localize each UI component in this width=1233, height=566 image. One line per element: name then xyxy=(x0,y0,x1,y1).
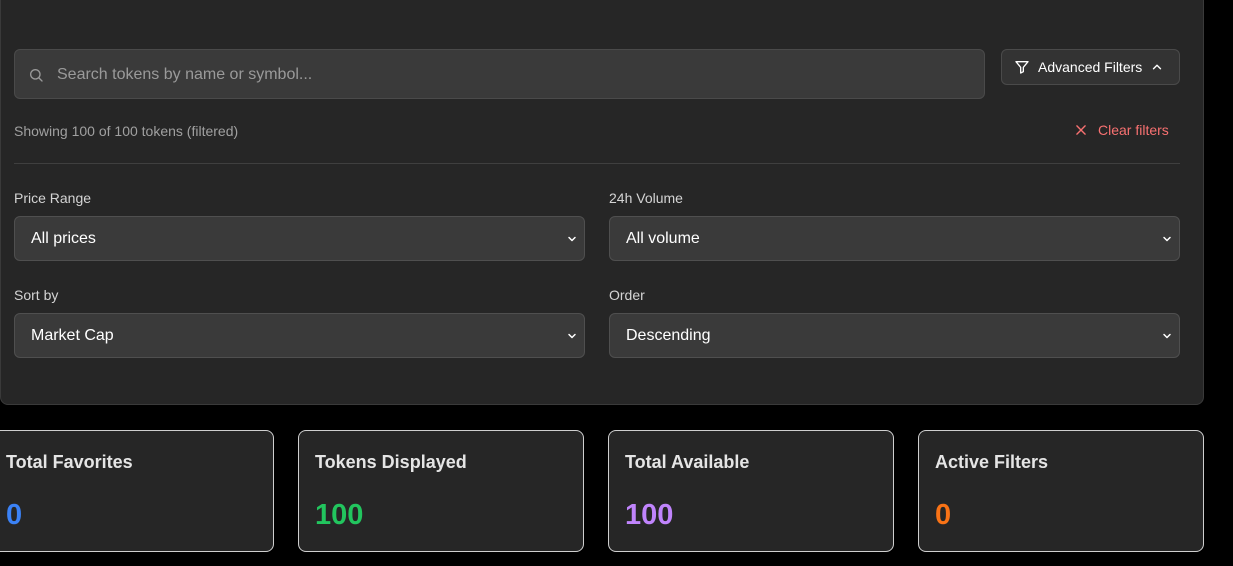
order-select[interactable]: Descending xyxy=(609,313,1180,358)
volume-label: 24h Volume xyxy=(609,190,683,206)
advanced-filters-button[interactable]: Advanced Filters xyxy=(1001,49,1180,85)
close-icon xyxy=(1076,125,1086,135)
clear-filters-button[interactable]: Clear filters xyxy=(1074,122,1169,138)
stat-title: Total Available xyxy=(625,452,750,472)
filter-panel: Advanced Filters Showing 100 of 100 toke… xyxy=(0,0,1204,405)
search-icon xyxy=(30,69,43,82)
filter-icon xyxy=(1015,61,1029,74)
price-range-select[interactable]: All prices xyxy=(14,216,585,261)
chevron-up-icon xyxy=(1153,64,1162,70)
stat-value: 100 xyxy=(315,499,364,531)
divider xyxy=(14,163,1180,164)
sort-by-label: Sort by xyxy=(14,287,59,303)
order-label: Order xyxy=(609,287,645,303)
chevron-down-icon xyxy=(568,236,576,242)
volume-select[interactable]: All volume xyxy=(609,216,1180,261)
results-count: Showing 100 of 100 tokens (filtered) xyxy=(14,123,239,139)
chevron-down-icon xyxy=(568,333,576,339)
volume-value: All volume xyxy=(626,229,700,247)
stat-card-active-filters: Active Filters 0 xyxy=(918,430,1204,552)
stat-title: Active Filters xyxy=(935,452,1049,472)
chevron-down-icon xyxy=(1163,333,1171,339)
clear-filters-label: Clear filters xyxy=(1098,122,1169,138)
stat-card-available: Total Available 100 xyxy=(608,430,894,552)
search-input[interactable] xyxy=(55,50,979,100)
chevron-down-icon xyxy=(1163,236,1171,242)
price-range-label: Price Range xyxy=(14,190,92,206)
stat-value: 100 xyxy=(625,499,674,531)
stat-card-favorites: Total Favorites 0 xyxy=(0,430,274,552)
stat-value: 0 xyxy=(935,499,952,531)
stat-value: 0 xyxy=(6,499,23,531)
stat-title: Tokens Displayed xyxy=(315,452,467,472)
advanced-filters-label: Advanced Filters xyxy=(1038,59,1143,75)
sort-by-select[interactable]: Market Cap xyxy=(14,313,585,358)
price-range-value: All prices xyxy=(31,229,96,247)
sort-by-value: Market Cap xyxy=(31,326,114,344)
search-bar[interactable] xyxy=(14,49,985,100)
stat-card-displayed: Tokens Displayed 100 xyxy=(298,430,584,552)
order-value: Descending xyxy=(626,326,711,344)
stat-title: Total Favorites xyxy=(6,452,133,472)
